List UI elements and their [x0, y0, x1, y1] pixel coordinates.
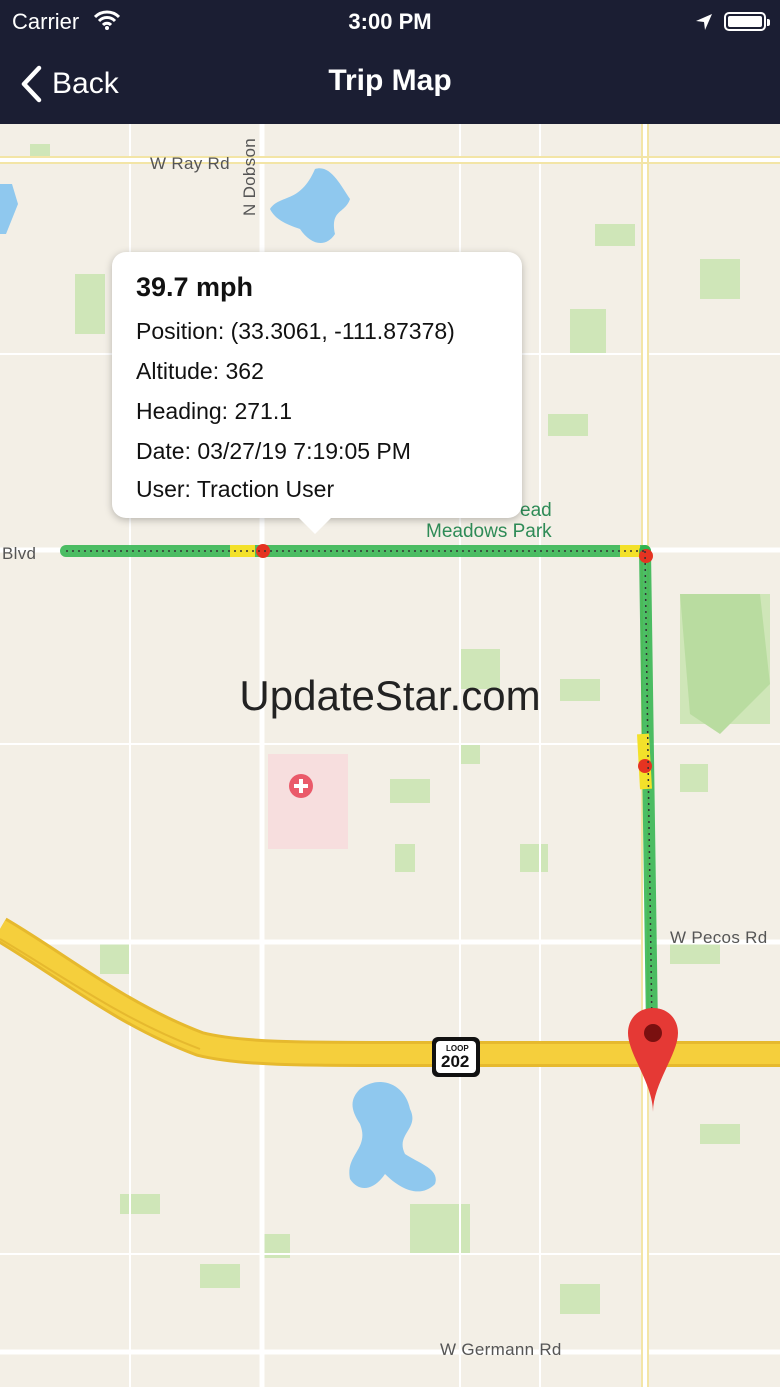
- park-label-top: ead: [520, 500, 552, 521]
- loop-shield-number: 202: [441, 1052, 470, 1071]
- trip-point-callout[interactable]: 39.7 mph Position: (33.3061, -111.87378)…: [112, 252, 522, 534]
- callout-altitude: Altitude: 362: [136, 358, 264, 384]
- callout-tail: [297, 516, 333, 534]
- navigation-bar: Back Trip Map: [0, 44, 780, 124]
- park-label: Meadows Park: [426, 521, 552, 542]
- callout-heading: Heading: 271.1: [136, 398, 293, 424]
- map-pin-icon[interactable]: [626, 1006, 680, 1114]
- callout-speed: 39.7 mph: [136, 272, 254, 302]
- watermark: UpdateStar.com: [239, 672, 541, 719]
- page-title: Trip Map: [328, 64, 452, 97]
- callout-user: User: Traction User: [136, 476, 335, 502]
- hospital-icon: [289, 774, 313, 798]
- battery-icon: [724, 12, 770, 31]
- clock: 3:00 PM: [348, 9, 432, 34]
- street-label-w-pecos-rd: W Pecos Rd: [670, 928, 768, 947]
- street-label-n-dobson: N Dobson: [240, 138, 259, 216]
- street-label-w-germann-rd: W Germann Rd: [440, 1340, 562, 1359]
- location-arrow-icon: [696, 14, 712, 30]
- street-label-blvd: Blvd: [2, 544, 37, 563]
- street-label-w-ray-rd: W Ray Rd: [150, 154, 230, 173]
- status-bar: Carrier 3:00 PM: [0, 0, 780, 44]
- callout-date: Date: 03/27/19 7:19:05 PM: [136, 438, 411, 464]
- callout-position: Position: (33.3061, -111.87378): [136, 318, 455, 344]
